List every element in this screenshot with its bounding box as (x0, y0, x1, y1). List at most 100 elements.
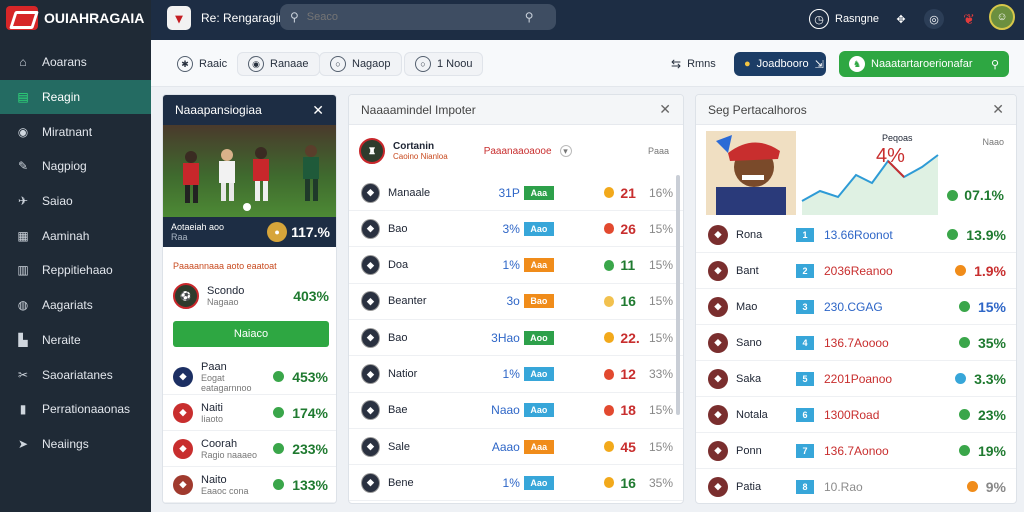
filter-bar: ✱ Raaic ◉ Ranaae ○ Nagaop ○ 1 Noou ⇆ Rmn… (151, 40, 1024, 87)
top-pct: 07.1% (964, 187, 1004, 203)
sidebar-item-miratnant[interactable]: ◉ Miratnant (0, 114, 151, 149)
filter-label: Ranaae (270, 58, 309, 70)
performance-row[interactable]: ◆ Notala 6 1300Road 23% (696, 397, 1016, 433)
scrollbar[interactable] (676, 175, 680, 415)
filter-ranaae[interactable]: ◉ Ranaae (237, 52, 320, 76)
team-name: Natior (387, 368, 418, 380)
sidebar-item-neaiings[interactable]: ➤ Neaiings (0, 427, 151, 462)
performance-row[interactable]: ◆ Sano 4 136.7Aoooo 35% (696, 325, 1016, 361)
team-name: Manaale (387, 186, 431, 199)
team-pct: 133% (292, 476, 328, 493)
impact-row[interactable]: ◆ Bao 3% Aao 26 15% (349, 211, 683, 248)
sidebar-item-aoarans[interactable]: ⌂ Aoarans (0, 45, 151, 80)
close-icon[interactable]: ✕ (312, 102, 324, 119)
featured-team[interactable]: ⚽ Scondo Nagaao 403% (173, 283, 329, 309)
close-icon[interactable]: ✕ (992, 101, 1004, 118)
team-crest-icon: ◆ (361, 182, 380, 203)
sidebar-item-saiao[interactable]: ✈ Saiao (0, 184, 151, 219)
search-input[interactable] (306, 11, 517, 23)
notification-icon[interactable]: ◎ (924, 9, 944, 29)
panel-header: Naaaamindel Impoter ✕ (349, 95, 683, 125)
match-panel: Naaapansiogiaa ✕ Aotaeiah aoo Raa ● 117.… (162, 94, 337, 504)
status-dot (966, 481, 978, 492)
search-market-button[interactable]: ♞ Naaatartaroerionafar ⚲ (839, 51, 1009, 77)
performance-row[interactable]: ◆ Patia 8 10.Rao 9% (696, 469, 1016, 503)
sidebar-item-perrationaaonas[interactable]: ▮ Perrationaaonas (0, 392, 151, 427)
team-row[interactable]: ◆ Coorah Ragio naaaeo 233% (163, 431, 336, 467)
performance-row[interactable]: ◆ Mao 3 230.CGAG 15% (696, 289, 1016, 325)
performance-row[interactable]: ◆ Saka 5 2201Poanoo 3.3% (696, 361, 1016, 397)
team-name: Beanter (387, 295, 427, 308)
cta-button[interactable]: Naiaco (173, 321, 329, 347)
status-dot (958, 301, 970, 312)
app-logo[interactable]: OUIAHRAGAIA (6, 4, 144, 32)
user-menu[interactable]: ◷ Rasngne (809, 9, 879, 29)
team-crest-icon: ◆ (708, 404, 728, 425)
home-icon: ⌂ (19, 55, 27, 70)
performance-row[interactable]: ◆ Bant 2 2036Reanoo 1.9% (696, 253, 1016, 289)
sidebar-item-reagin[interactable]: ▤ Reagin (0, 79, 151, 115)
filter-rmns[interactable]: ⇆ Rmns (661, 52, 726, 76)
impact-pct: 3% (502, 221, 520, 236)
filter-noou[interactable]: ○ 1 Noou (404, 52, 484, 76)
team-sub: Eogat eatagarnnoo (201, 372, 252, 393)
impact-perc: 15% (648, 439, 673, 454)
team-list: ◆ Paan Eogat eatagarnnoo 453% ◆ Naiti Iiaoto 17… (163, 359, 336, 503)
team-crest-icon: ◆ (361, 327, 380, 348)
gamepad-icon[interactable]: ✥ (891, 9, 911, 29)
impact-num: 16 (620, 293, 636, 310)
impact-bar: Aaa (523, 439, 554, 454)
performance-row[interactable]: ◆ Rona 1 13.66Roonot 13.9% (696, 217, 1016, 253)
performance-pct: 35% (977, 334, 1006, 351)
impact-row[interactable]: ◆ Bae Naao Aao 18 15% (349, 393, 683, 429)
impact-perc: 16% (648, 185, 673, 200)
search-submit-icon[interactable]: ⚲ (525, 10, 534, 24)
impact-num: 45 (620, 438, 636, 455)
match-photo (163, 125, 336, 217)
sidebar-item-saoariatanes[interactable]: ✂ Saoariatanes (0, 357, 151, 392)
status-dot (604, 295, 615, 307)
sidebar-item-aagariats[interactable]: ◍ Aagariats (0, 288, 151, 323)
plane-icon: ✈ (17, 194, 29, 209)
impact-row[interactable]: ◆ Manaale 31P Aaa 21 16% (349, 175, 683, 211)
filter-nagaop[interactable]: ○ Nagaop (319, 52, 402, 76)
chevron-down-icon[interactable]: ▾ (559, 145, 572, 157)
rank-badge: 5 (796, 371, 814, 386)
team-row[interactable]: ◆ Naiti Iiaoto 174% (163, 395, 336, 431)
hero-strip: Aotaeiah aoo Raa ● 117.% (163, 217, 336, 247)
team-badge-icon[interactable]: ❦ (959, 9, 979, 29)
status-dot (273, 479, 285, 490)
sidebar-item-neraite[interactable]: ▙ Neraite (0, 323, 151, 358)
sidebar-item-aaminah[interactable]: ▦ Aaminah (0, 218, 151, 253)
impact-row[interactable]: ◆ Sale Aaao Aaa 45 15% (349, 429, 683, 466)
team-row[interactable]: ◆ Paan Eogat eatagarnnoo 453% (163, 359, 336, 395)
performance-value: 230.CGAG (824, 299, 883, 314)
impact-row[interactable]: ◆ Doa 1% Aaa 11 15% (349, 248, 683, 284)
panel-title: Naaapansiogiaa (175, 103, 262, 117)
search-box[interactable]: ⚲ ⚲ (280, 4, 556, 30)
impact-num: 22. (620, 329, 640, 346)
team-crest-icon[interactable]: ▾ (167, 6, 191, 30)
sidebar-item-label: Saoariatanes (42, 367, 113, 382)
impact-row[interactable]: ◆ Bao 3Hao Aoo 22. 15% (349, 320, 683, 357)
sidebar-item-nagpiog[interactable]: ✎ Nagpiog (0, 149, 151, 184)
team-name: Sano (736, 336, 762, 349)
impact-row[interactable]: ◆ Natior 1% Aao 12 33% (349, 357, 683, 393)
impact-row[interactable]: ◆ Beanter 3o Bao 16 15% (349, 284, 683, 320)
performance-pct: 1.9% (974, 262, 1006, 279)
impact-row[interactable]: ◆ Bene 1% Aao 16 35% (349, 465, 683, 502)
hero-sub: Raa (171, 232, 188, 242)
impact-bar: Aao (523, 221, 554, 236)
chart-bar-icon: ▮ (19, 402, 27, 417)
team-row[interactable]: ◆ Naito Eaaoc cona 133% (163, 467, 336, 503)
performance-row[interactable]: ◆ Ponn 7 136.7Aonoo 19% (696, 433, 1016, 469)
calendar-icon: ▦ (17, 228, 29, 243)
close-icon[interactable]: ✕ (659, 101, 671, 118)
dashboard-button[interactable]: ● Joadbooro ⇲ (734, 52, 826, 76)
sidebar-item-reppitiehaao[interactable]: ▥ Reppitiehaao (0, 253, 151, 288)
brand-logo-icon (6, 6, 38, 30)
avatar[interactable]: ☺ (989, 4, 1015, 30)
team-crest-icon: ◆ (173, 366, 193, 387)
filter-raaic[interactable]: ✱ Raaic (167, 52, 237, 76)
impact-pct: Aaao (491, 439, 520, 454)
